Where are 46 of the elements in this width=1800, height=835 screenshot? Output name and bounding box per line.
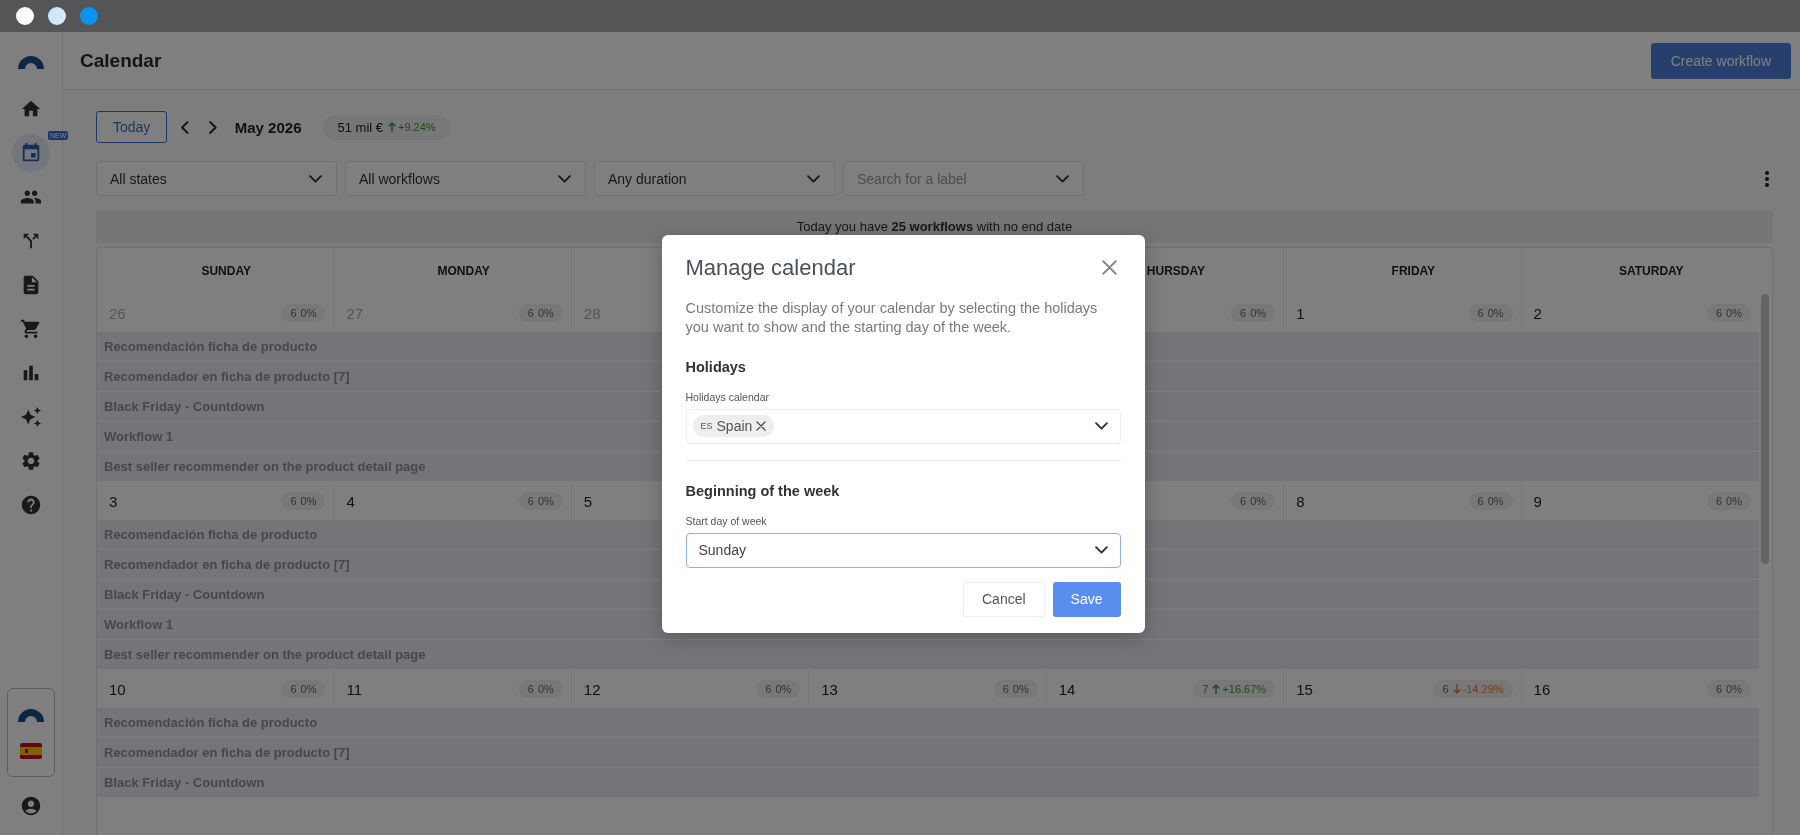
count-badge: 6 0% <box>281 680 326 698</box>
month-label: May 2026 <box>234 118 302 136</box>
count-badge: 6 0% <box>993 680 1038 698</box>
day-number: 1 <box>1296 304 1305 322</box>
count-badge: 6 0% <box>518 680 563 698</box>
count-badge: 6 0% <box>1706 492 1751 510</box>
weekday-header: SATURDAY <box>1618 264 1684 278</box>
day-number: 13 <box>821 680 838 698</box>
section-heading: Holidays <box>685 358 747 375</box>
count-badge: 6 0% <box>756 680 801 698</box>
weekday-header: HURSDAY <box>1146 264 1206 278</box>
count-badge: 6 -14.29% <box>1433 680 1513 698</box>
day-number: 12 <box>583 680 601 698</box>
dialog-description: Customize the display of your calendar by selecting the holidays you want to show and the starting day of the week. <box>685 298 1099 337</box>
count-badge: 6 0% <box>1706 680 1751 698</box>
count-badge: 6 0% <box>281 304 326 322</box>
day-number: 9 <box>1533 492 1542 510</box>
count-badge: 6 0% <box>1231 304 1276 322</box>
count-badge: 6 0% <box>518 492 563 510</box>
section-heading: Beginning of the week <box>685 482 841 499</box>
day-number: 14 <box>1058 680 1076 698</box>
count-badge: 6 0% <box>1468 304 1513 322</box>
field-label: Start day of week <box>685 514 768 527</box>
day-number: 16 <box>1533 680 1551 698</box>
weekday-header: FRIDAY <box>1391 264 1436 278</box>
count-badge: 6 0% <box>1231 492 1276 510</box>
count-badge: 6 0% <box>281 492 326 510</box>
day-number: 4 <box>346 492 355 510</box>
count-badge: 6 0% <box>1468 492 1513 510</box>
banner-text: Today you have 25 workflows with no end date <box>796 219 1073 234</box>
day-number: 3 <box>109 492 118 510</box>
weekday-header: SUNDAY <box>201 264 251 278</box>
day-number: 11 <box>346 680 362 698</box>
day-number: 8 <box>1296 492 1305 510</box>
count-badge: 6 0% <box>518 304 563 322</box>
dialog-title: Manage calendar <box>685 254 856 281</box>
day-number: 5 <box>583 492 593 510</box>
page-title: Calendar <box>80 49 162 72</box>
revenue-badge: 51 mil € +9.24% <box>323 114 450 140</box>
day-number: 2 <box>1533 304 1542 322</box>
field-label: Holidays calendar <box>685 390 770 403</box>
day-number: 10 <box>109 680 126 698</box>
day-number: 15 <box>1296 680 1313 698</box>
count-badge: 6 0% <box>1706 304 1751 322</box>
weekday-header: MONDAY <box>437 264 490 278</box>
count-badge: 7 +16.67% <box>1193 680 1276 698</box>
